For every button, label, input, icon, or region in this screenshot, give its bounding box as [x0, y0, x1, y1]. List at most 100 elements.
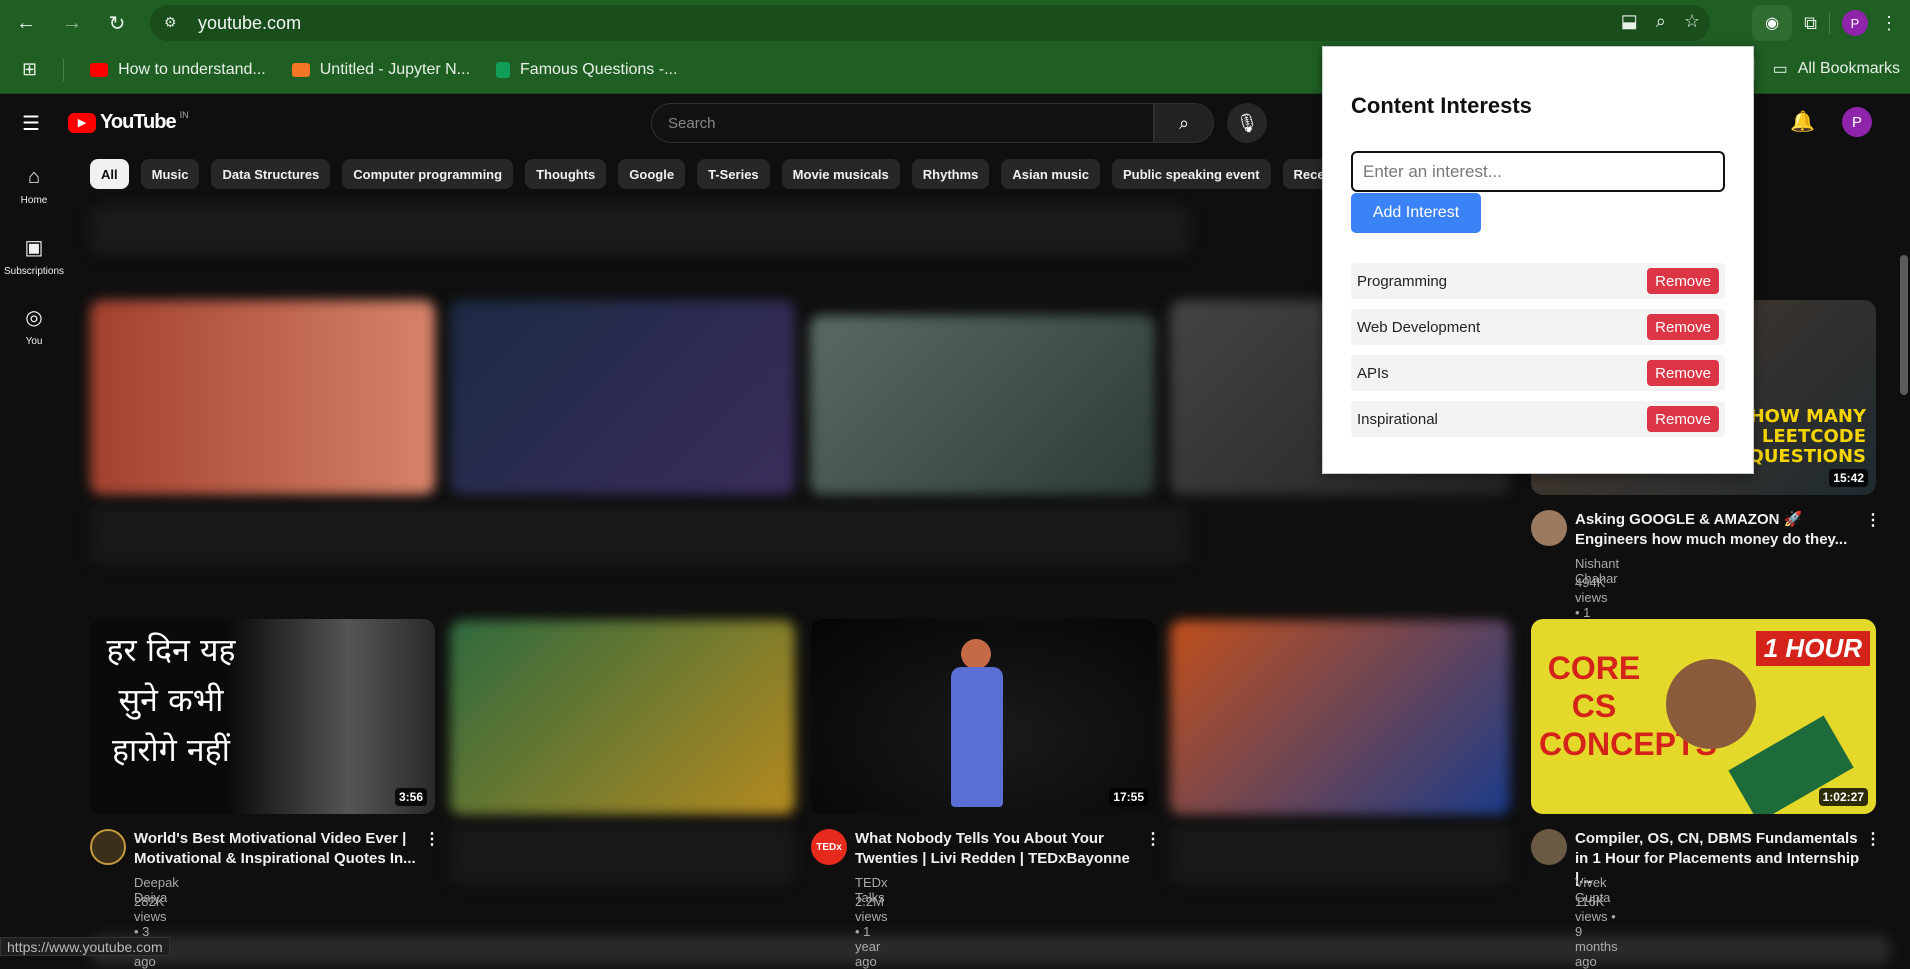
guide-label: You — [25, 336, 43, 347]
content-interests-popup: Content Interests Add Interest Programmi… — [1322, 46, 1754, 474]
blurred-thumbnail[interactable] — [450, 620, 795, 815]
guide-item-subscriptions[interactable]: ▣ Subscriptions — [0, 221, 68, 291]
site-info-icon[interactable]: ⚙ — [164, 14, 182, 32]
video-title[interactable]: What Nobody Tells You About Your Twentie… — [855, 829, 1145, 869]
remove-button[interactable]: Remove — [1647, 268, 1719, 294]
you-icon: ◎ — [25, 307, 43, 329]
folder-icon: ▭ — [1772, 61, 1788, 78]
blurred-row — [90, 935, 1890, 965]
video-meta: 116K views • 9 months ago — [1575, 894, 1618, 969]
remove-button[interactable]: Remove — [1647, 360, 1719, 386]
reload-icon[interactable]: ↻ — [99, 5, 135, 41]
more-actions-icon[interactable]: ⋮ — [1865, 510, 1881, 530]
thumbnail-text: हर दिन यह सुने कभी हारोगे नहीं — [106, 631, 236, 769]
blurred-row — [90, 205, 1190, 255]
guide-sidebar: ⌂ Home ▣ Subscriptions ◎ You — [0, 151, 68, 361]
channel-avatar[interactable] — [90, 829, 126, 865]
bookmarks-divider — [63, 58, 65, 81]
extensions-puzzle-icon[interactable]: ⧉ — [1804, 13, 1817, 34]
bookmark-item[interactable]: Untitled - Jupyter N... — [291, 61, 470, 79]
browser-menu-icon[interactable]: ⋮ — [1880, 13, 1898, 34]
microphone-icon[interactable]: 🎙 — [1227, 103, 1267, 143]
presenter-face — [1666, 659, 1756, 749]
guide-label: Home — [20, 195, 48, 206]
blurred-row — [1170, 825, 1510, 885]
chip[interactable]: Music — [140, 159, 200, 189]
chip[interactable]: Data Structures — [211, 159, 331, 189]
duration-badge: 15:42 — [1829, 469, 1868, 487]
address-bar[interactable]: ⚙ youtube.com ⬓ ⌕ ☆ — [150, 5, 1710, 41]
remove-button[interactable]: Remove — [1647, 314, 1719, 340]
video-thumbnail[interactable]: CORE CS CONCEPTS 1 HOUR 1:02:27 — [1531, 619, 1876, 814]
video-title[interactable]: Compiler, OS, CN, DBMS Fundamentals in 1… — [1575, 829, 1865, 889]
more-actions-icon[interactable]: ⋮ — [1865, 829, 1881, 849]
chip[interactable]: Google — [618, 159, 686, 189]
bookmark-item[interactable]: How to understand... — [90, 61, 266, 79]
interest-item: Inspirational Remove — [1351, 401, 1725, 437]
guide-item-home[interactable]: ⌂ Home — [0, 151, 68, 221]
menu-icon[interactable]: ☰ — [22, 111, 46, 135]
more-actions-icon[interactable]: ⋮ — [1145, 829, 1161, 849]
speaker-head — [961, 639, 991, 669]
channel-avatar[interactable] — [1531, 510, 1567, 546]
forward-icon[interactable]: → — [54, 5, 90, 41]
chip[interactable]: Movie musicals — [781, 159, 900, 189]
all-bookmarks[interactable]: ▭ All Bookmarks — [1753, 58, 1900, 80]
country-code: IN — [179, 109, 189, 120]
chip[interactable]: Thoughts — [525, 159, 607, 189]
avatar[interactable]: P — [1842, 107, 1872, 137]
sheets-favicon-icon — [496, 61, 511, 78]
video-thumbnail[interactable]: हर दिन यह सुने कभी हारोगे नहीं 3:56 — [90, 619, 435, 814]
chip[interactable]: Recently uplo — [1282, 159, 1322, 189]
chip-all[interactable]: All — [90, 159, 129, 189]
blurred-row — [450, 825, 795, 885]
video-title[interactable]: World's Best Motivational Video Ever | M… — [134, 829, 424, 869]
chip-bar: All Music Data Structures Computer progr… — [90, 159, 1322, 189]
thumbnail-text: HOW MANY LEETCODE QUESTIONS — [1748, 406, 1866, 467]
chip[interactable]: Public speaking event — [1112, 159, 1271, 189]
chip[interactable]: Rhythms — [911, 159, 990, 189]
back-icon[interactable]: ← — [8, 5, 44, 41]
video-meta: 282K views • 3 years ago — [134, 894, 167, 969]
search-icon[interactable]: ⌕ — [1154, 103, 1214, 143]
zoom-icon[interactable]: ⌕ — [1656, 11, 1666, 32]
interest-item: Programming Remove — [1351, 263, 1725, 299]
bookmark-item[interactable]: Famous Questions -... — [496, 61, 677, 79]
page-scrollbar[interactable] — [1900, 255, 1908, 395]
channel-avatar[interactable]: TEDx — [811, 829, 847, 865]
content-interests-extension-icon[interactable]: ◉ — [1752, 5, 1793, 41]
chip[interactable]: Asian music — [1001, 159, 1100, 189]
search-input[interactable]: Search — [651, 103, 1154, 143]
video-title[interactable]: Asking GOOGLE & AMAZON 🚀 Engineers how m… — [1575, 510, 1865, 550]
chip[interactable]: T-Series — [697, 159, 770, 189]
all-bookmarks-label: All Bookmarks — [1797, 60, 1900, 77]
bookmark-label: How to understand... — [118, 60, 266, 78]
thumbnail-badge: 1 HOUR — [1755, 631, 1870, 666]
install-app-icon[interactable]: ⬓ — [1621, 11, 1638, 32]
blurred-thumbnail[interactable] — [450, 300, 795, 495]
apps-grid-icon[interactable]: ⊞ — [22, 59, 37, 80]
blurred-thumbnail[interactable] — [90, 300, 435, 495]
notifications-icon[interactable]: 🔔 — [1790, 109, 1815, 134]
toolbar-divider — [1829, 12, 1830, 34]
add-interest-button[interactable]: Add Interest — [1351, 193, 1481, 233]
duration-badge: 17:55 — [1109, 788, 1148, 806]
interest-item: Web Development Remove — [1351, 309, 1725, 345]
blurred-thumbnail[interactable] — [1170, 620, 1510, 815]
interest-label: APIs — [1357, 364, 1389, 382]
video-thumbnail[interactable]: 17:55 — [811, 619, 1156, 814]
logo-text: YouTube — [100, 111, 177, 133]
blurred-thumbnail[interactable] — [810, 315, 1155, 495]
popup-title: Content Interests — [1351, 93, 1532, 118]
guide-item-you[interactable]: ◎ You — [0, 291, 68, 361]
channel-avatar[interactable] — [1531, 829, 1567, 865]
chip[interactable]: Computer programming — [342, 159, 514, 189]
profile-avatar[interactable]: P — [1842, 10, 1868, 36]
remove-button[interactable]: Remove — [1647, 406, 1719, 432]
youtube-logo[interactable]: ▶ YouTube IN — [68, 109, 189, 134]
youtube-favicon-icon — [90, 62, 109, 77]
interest-input[interactable] — [1351, 151, 1725, 192]
bookmark-star-icon[interactable]: ☆ — [1684, 11, 1700, 32]
video-meta: 2.2M views • 1 year ago — [855, 894, 888, 969]
more-actions-icon[interactable]: ⋮ — [424, 829, 440, 849]
